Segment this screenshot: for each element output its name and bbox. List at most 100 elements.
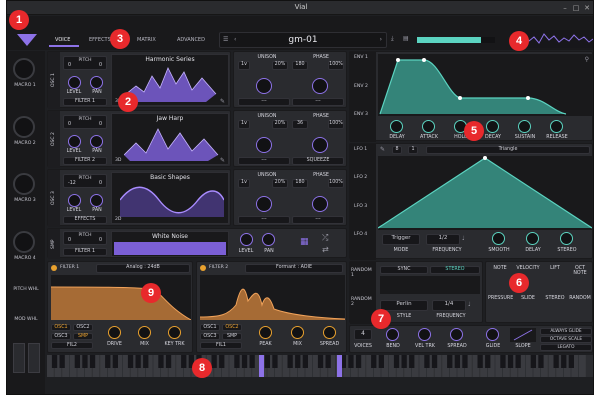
osc3-destination[interactable]: EFFECTS [63,216,107,224]
osc2-spectral-mode[interactable]: --- [238,157,290,165]
lfo-stereo-knob[interactable] [560,232,573,245]
loop-icon[interactable]: ⇄ [322,245,329,254]
filter2-response[interactable] [199,275,346,320]
osc3-pitch[interactable]: PITCH -12 0 [63,174,107,188]
mod-source-note[interactable]: NOTE [488,266,512,271]
black-key[interactable] [424,355,430,368]
preset-selector[interactable]: ☰ ‹ gm-01 › [219,32,387,48]
random-start-icon[interactable]: ⤮ [322,233,328,243]
lfo-graph[interactable] [377,156,593,230]
macro-knob-3[interactable] [13,173,35,195]
black-key[interactable] [431,355,438,368]
black-key[interactable] [89,355,96,368]
env1-tab[interactable]: ENV 1 [354,55,368,60]
black-key[interactable] [447,355,453,368]
filter2-input-osc2[interactable]: OSC2 [222,324,242,331]
sample-destination[interactable]: FILTER 1 [63,248,107,256]
slope-display[interactable] [510,328,536,342]
black-key[interactable] [241,355,248,368]
always-glide-toggle[interactable]: ALWAYS GLIDE [540,328,592,335]
random-sync-toggle[interactable]: SYNC [380,266,428,274]
filter1-input-fil2[interactable]: FIL2 [51,342,93,349]
tab-advanced[interactable]: ADVANCED [177,37,205,43]
black-key[interactable] [409,355,415,368]
random2-tab[interactable]: RANDOM 2 [351,297,376,307]
osc3-phase-random[interactable]: 100% [328,179,344,188]
black-key[interactable] [219,355,225,368]
lfo-shape[interactable]: Triangle [426,146,590,154]
macro-label-1[interactable]: MACRO 1 [10,83,40,88]
random1-tab[interactable]: RANDOM 1 [351,268,376,278]
filter2-input-osc3[interactable]: OSC3 [200,333,220,340]
osc2-pan-knob[interactable] [90,135,103,148]
osc3-level-knob[interactable] [68,194,81,207]
voices-count[interactable]: 4 [354,329,372,340]
mod-source-slide[interactable]: SLIDE [514,296,542,301]
lfo-mode[interactable]: Trigger [382,234,420,245]
osc2-unison-voices[interactable]: 1v [238,120,250,129]
black-key[interactable] [500,355,506,368]
black-key[interactable] [485,355,491,368]
osc1-unison-knob[interactable] [256,78,272,94]
minimize-icon[interactable]: – [561,4,569,12]
macro-label-3[interactable]: MACRO 3 [10,198,40,203]
macro-label-2[interactable]: MACRO 2 [10,141,40,146]
osc2-distortion-mode[interactable]: SQUEEZE [292,157,344,165]
black-key[interactable] [127,355,134,368]
osc1-pan-knob[interactable] [90,76,103,89]
close-icon[interactable]: ✕ [583,4,591,12]
voice-spread-knob[interactable] [450,328,463,341]
black-key[interactable] [74,355,80,368]
sample-display[interactable]: White Noise [111,231,229,257]
velocity-tracking-knob[interactable] [418,328,431,341]
piano-keyboard[interactable] [47,355,593,377]
black-key[interactable] [51,355,58,368]
black-key[interactable] [249,355,255,368]
random-style[interactable]: Perlin [380,300,428,311]
osc1-pitch[interactable]: PITCH 0 0 [63,56,107,70]
macro-knob-1[interactable] [13,58,35,80]
black-key[interactable] [295,355,301,368]
pitch-wheel[interactable] [13,343,25,373]
lfo-sync-note-icon[interactable]: ♩ [462,235,465,242]
random-stereo-toggle[interactable]: STEREO [430,266,480,274]
osc2-dimension[interactable]: 3D [115,158,121,163]
black-key[interactable] [317,355,324,368]
glide-knob[interactable] [486,328,499,341]
black-key[interactable] [112,355,118,368]
osc1-spectral-mode[interactable]: --- [238,98,290,106]
black-key[interactable] [302,355,308,368]
osc2-toggle[interactable]: OSC 2 [48,111,60,168]
black-key[interactable] [165,355,172,368]
black-key[interactable] [553,355,559,368]
osc2-unison-knob[interactable] [256,137,272,153]
osc1-unison-detune[interactable]: 20% [272,61,288,70]
black-key[interactable] [355,355,362,368]
sample-pitch[interactable]: PITCH 0 0 [63,231,107,245]
black-key[interactable] [462,355,468,368]
osc2-phase-knob[interactable] [312,137,328,153]
lfo1-tab[interactable]: LFO 1 [354,147,367,152]
osc2-pitch[interactable]: PITCH 0 0 [63,115,107,129]
osc1-unison-voices[interactable]: 1v [238,61,250,70]
mod-source-stereo[interactable]: STEREO [544,296,566,301]
macro-label-4[interactable]: MACRO 4 [10,256,40,261]
lfo2-tab[interactable]: LFO 2 [354,175,367,180]
mod-source-pressure[interactable]: PRESSURE [488,296,513,301]
filter1-input-osc3[interactable]: OSC3 [51,333,71,340]
mod-source-lift[interactable]: LIFT [544,266,566,271]
black-key[interactable] [158,355,164,368]
env-sustain-knob[interactable] [518,120,531,133]
filter1-mix-knob[interactable] [138,326,151,339]
black-key[interactable] [59,355,65,368]
lfo4-tab[interactable]: LFO 4 [354,232,367,237]
black-key[interactable] [234,355,240,368]
osc1-destination[interactable]: FILTER 1 [63,98,107,106]
black-key[interactable] [371,355,377,368]
filter2-power-icon[interactable] [200,265,206,271]
lfo-grid-x[interactable]: 8 [392,146,402,154]
vital-logo-icon[interactable] [16,33,38,49]
osc1-phase-random[interactable]: 100% [328,61,344,70]
black-key[interactable] [393,355,400,368]
lfo-grid-y[interactable]: 1 [408,146,418,154]
